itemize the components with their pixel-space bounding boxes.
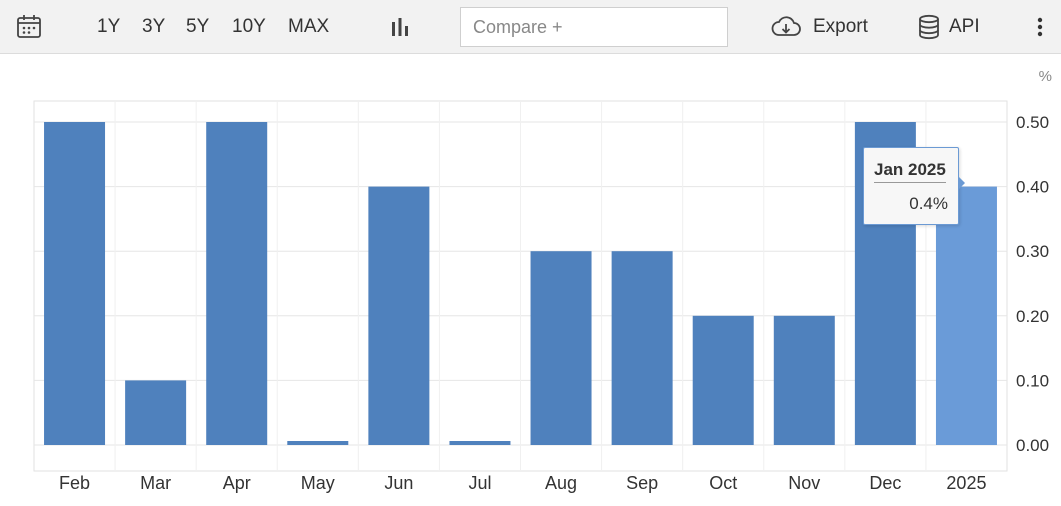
bar-apr[interactable] bbox=[206, 122, 268, 445]
tooltip-value: 0.4% bbox=[909, 194, 948, 213]
bar-sep[interactable] bbox=[611, 251, 673, 445]
y-tick-label: 0.30 bbox=[1016, 242, 1049, 261]
range-3y-button[interactable]: 3Y bbox=[142, 0, 165, 54]
y-tick-label: 0.10 bbox=[1016, 371, 1049, 390]
range-10y-button[interactable]: 10Y bbox=[232, 0, 266, 54]
x-tick-label: Dec bbox=[869, 473, 901, 493]
bar-may[interactable] bbox=[287, 441, 349, 445]
export-button[interactable]: Export bbox=[770, 0, 868, 54]
tooltip: Jan 2025 0.4% bbox=[863, 147, 965, 225]
bar-oct[interactable] bbox=[692, 315, 754, 445]
more-options-icon[interactable] bbox=[1036, 0, 1044, 54]
y-tick-label: 0.40 bbox=[1016, 178, 1049, 197]
y-tick-label: 0.50 bbox=[1016, 113, 1049, 132]
cloud-download-icon bbox=[771, 16, 801, 36]
bar-mar[interactable] bbox=[125, 380, 187, 445]
y-tick-label: 0.00 bbox=[1016, 436, 1049, 455]
unit-label: % bbox=[1039, 68, 1052, 85]
tooltip-date: Jan 2025 bbox=[874, 160, 946, 183]
bar-feb[interactable] bbox=[44, 122, 106, 445]
x-tick-label: Feb bbox=[59, 473, 90, 493]
bar-aug[interactable] bbox=[530, 251, 592, 445]
bar-chart-icon[interactable] bbox=[389, 0, 411, 54]
x-tick-label: Mar bbox=[140, 473, 171, 493]
x-tick-label: Jun bbox=[384, 473, 413, 493]
x-tick-label: 2025 bbox=[946, 473, 986, 493]
range-1y-button[interactable]: 1Y bbox=[97, 0, 120, 54]
x-tick-label: Jul bbox=[468, 473, 491, 493]
x-tick-label: Sep bbox=[626, 473, 658, 493]
export-label: Export bbox=[813, 16, 868, 37]
x-tick-label: May bbox=[301, 473, 335, 493]
bar-jun[interactable] bbox=[368, 186, 430, 445]
x-tick-label: Apr bbox=[223, 473, 251, 493]
y-tick-label: 0.20 bbox=[1016, 307, 1049, 326]
bar-2025[interactable] bbox=[935, 186, 997, 445]
bar-nov[interactable] bbox=[773, 315, 835, 445]
toolbar: 1Y 3Y 5Y 10Y MAX Export API bbox=[0, 0, 1061, 54]
x-tick-label: Nov bbox=[788, 473, 820, 493]
compare-input[interactable] bbox=[460, 7, 728, 47]
api-label: API bbox=[949, 16, 980, 37]
database-icon bbox=[919, 14, 939, 40]
range-max-button[interactable]: MAX bbox=[288, 0, 329, 54]
x-tick-label: Aug bbox=[545, 473, 577, 493]
api-button[interactable]: API bbox=[918, 0, 980, 54]
bar-jul[interactable] bbox=[449, 441, 511, 445]
calendar-icon[interactable] bbox=[16, 0, 42, 54]
range-5y-button[interactable]: 5Y bbox=[186, 0, 209, 54]
x-tick-label: Oct bbox=[709, 473, 737, 493]
bar-chart: % 0.00 0.10 0.20 0.30 0.40 0.50 Feb Mar Apr May J… bbox=[33, 68, 1052, 493]
